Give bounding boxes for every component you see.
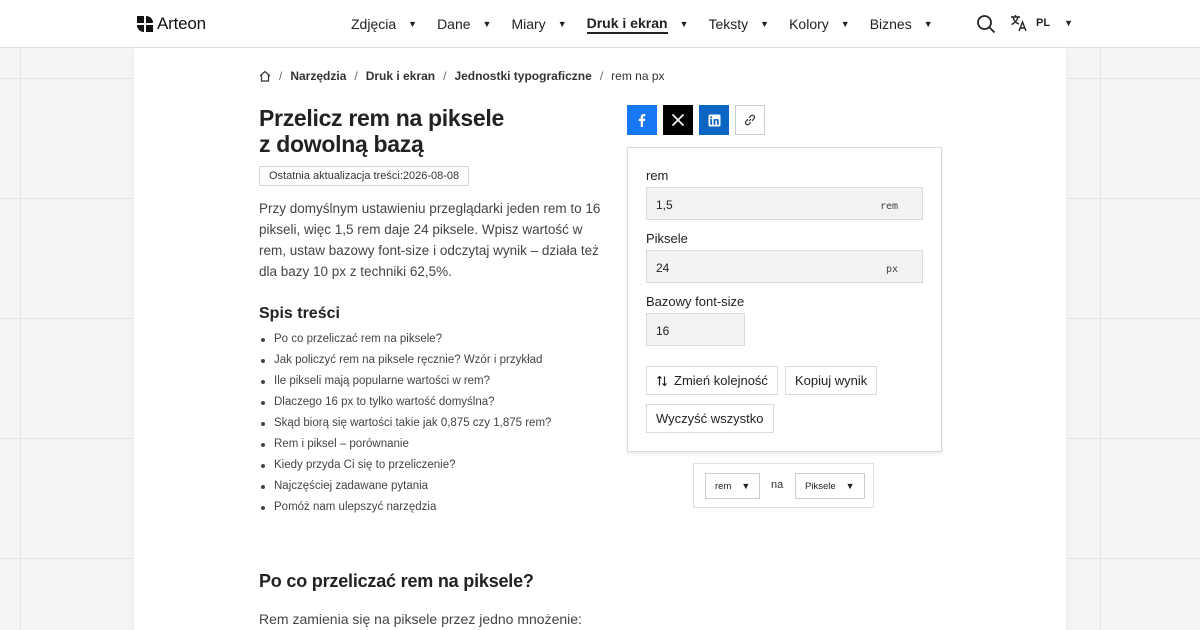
nav-item-druk-i-ekran[interactable]: Druk i ekran ▼	[586, 0, 689, 48]
breadcrumb-item[interactable]: Narzędzia	[290, 69, 346, 83]
breadcrumb: / Narzędzia / Druk i ekran / Jednostki t…	[259, 69, 665, 83]
logo-icon	[137, 16, 153, 32]
link-icon	[744, 114, 756, 126]
px-unit-label: px	[885, 264, 898, 275]
rem-field-label: rem	[646, 168, 669, 183]
toc-item[interactable]: Najczęściej zadawane pytania	[259, 476, 551, 497]
logo-text: Arteon	[157, 14, 206, 33]
caret-down-icon: ▼	[840, 19, 850, 29]
last-updated-badge: Ostatnia aktualizacja treści:2026-08-08	[259, 166, 470, 186]
breadcrumb-separator: /	[279, 69, 283, 83]
intro-paragraph: Przy domyślnym ustawieniu przeglądarki j…	[259, 201, 601, 279]
breadcrumb-separator: /	[599, 69, 604, 83]
table-of-contents: Po co przeliczać rem na piksele? Jak pol…	[259, 329, 551, 518]
nav-item-biznes[interactable]: Biznes ▼	[870, 0, 933, 48]
converter-connector: na	[771, 479, 784, 491]
nav-item-label: Biznes	[869, 16, 912, 32]
top-navigation-bar: Arteon Zdjęcia ▼ Dane ▼ Miary ▼ Druk i e…	[0, 0, 1200, 48]
copy-link-button[interactable]	[735, 105, 765, 135]
rem-unit-label: rem	[879, 201, 898, 212]
nav-item-label: Dane	[437, 16, 471, 32]
page-title-line: Przelicz rem na piksele	[259, 105, 504, 131]
swap-vertical-icon	[657, 375, 667, 386]
x-icon	[671, 113, 685, 127]
rem-input[interactable]: 1,5 rem	[646, 187, 923, 220]
breadcrumb-current: rem na px	[611, 69, 665, 83]
share-buttons	[627, 105, 765, 135]
caret-down-icon: ▼	[679, 19, 689, 29]
nav-item-label: Teksty	[708, 16, 749, 32]
unit-converter-selector: rem ▼ na Piksele ▼	[693, 463, 874, 508]
logo[interactable]: Arteon	[137, 14, 206, 34]
toc-item[interactable]: Skąd biorą się wartości takie jak 0,875 …	[259, 413, 551, 434]
language-selector[interactable]: PL ▼	[1010, 14, 1073, 32]
caret-down-icon: ▼	[923, 19, 933, 29]
clear-all-button[interactable]: Wyczyść wszystko	[646, 404, 774, 433]
from-unit-value: rem	[715, 480, 732, 492]
swap-order-label: Zmień kolejność	[674, 373, 768, 388]
breadcrumb-separator: /	[443, 69, 447, 83]
nav-item-teksty[interactable]: Teksty ▼	[708, 0, 769, 48]
nav-item-zdjecia[interactable]: Zdjęcia ▼	[351, 0, 417, 48]
caret-down-icon: ▼	[760, 19, 770, 29]
translate-icon	[1011, 15, 1027, 32]
section-paragraph: Rem zamienia się na piksele przez jedno …	[259, 611, 582, 627]
share-x-button[interactable]	[663, 105, 693, 135]
to-unit-select[interactable]: Piksele ▼	[795, 473, 865, 499]
toc-title: Spis treści	[259, 305, 340, 322]
facebook-icon	[638, 114, 646, 127]
breadcrumb-separator: /	[354, 69, 358, 83]
rem-input-value: 1,5	[656, 198, 673, 212]
caret-down-icon: ▼	[845, 481, 855, 491]
caret-down-icon: ▼	[408, 19, 418, 29]
nav-item-label: Kolory	[789, 16, 829, 32]
search-button[interactable]	[976, 14, 996, 34]
toc-item[interactable]: Pomóż nam ulepszyć narzędzia	[259, 497, 551, 518]
from-unit-select[interactable]: rem ▼	[705, 473, 761, 499]
toc-item[interactable]: Po co przeliczać rem na piksele?	[259, 329, 551, 350]
linkedin-icon	[708, 114, 720, 126]
caret-down-icon: ▼	[1064, 18, 1073, 28]
swap-order-button[interactable]: Zmień kolejność	[646, 366, 778, 395]
share-linkedin-button[interactable]	[699, 105, 729, 135]
home-icon[interactable]	[259, 70, 271, 82]
section-heading: Po co przeliczać rem na piksele?	[259, 571, 534, 591]
breadcrumb-item[interactable]: Jednostki typograficzne	[454, 69, 591, 83]
nav-item-label: Miary	[511, 16, 546, 32]
toc-item[interactable]: Ile pikseli mają popularne wartości w re…	[259, 371, 551, 392]
base-font-size-input[interactable]: 16	[646, 313, 745, 346]
caret-down-icon: ▼	[482, 19, 492, 29]
page-title-line: z dowolną bazą	[259, 131, 424, 157]
px-input-value: 24	[656, 261, 670, 275]
nav-item-label: Druk i ekran	[586, 15, 668, 34]
share-facebook-button[interactable]	[627, 105, 657, 135]
clear-all-label: Wyczyść wszystko	[656, 411, 764, 426]
px-input[interactable]: 24 px	[646, 250, 923, 283]
nav-item-label: Zdjęcia	[351, 16, 397, 32]
to-unit-value: Piksele	[805, 480, 836, 492]
nav-item-kolory[interactable]: Kolory ▼	[789, 0, 850, 48]
main-content: / Narzędzia / Druk i ekran / Jednostki t…	[134, 48, 1066, 630]
toc-item[interactable]: Dlaczego 16 px to tylko wartość domyślna…	[259, 392, 551, 413]
px-field-label: Piksele	[646, 231, 688, 246]
language-code: PL	[1036, 17, 1051, 29]
base-font-size-value: 16	[656, 324, 670, 338]
main-nav: Zdjęcia ▼ Dane ▼ Miary ▼ Druk i ekran ▼ …	[351, 0, 933, 48]
nav-item-dane[interactable]: Dane ▼	[437, 0, 491, 48]
toc-item[interactable]: Jak policzyć rem na piksele ręcznie? Wzó…	[259, 350, 551, 371]
copy-result-label: Kopiuj wynik	[795, 373, 868, 388]
copy-result-button[interactable]: Kopiuj wynik	[785, 366, 878, 395]
caret-down-icon: ▼	[557, 19, 567, 29]
search-icon	[977, 15, 996, 34]
toc-item[interactable]: Kiedy przyda Ci się to przeliczenie?	[259, 455, 551, 476]
base-font-size-label: Bazowy font-size	[646, 294, 745, 309]
caret-down-icon: ▼	[741, 481, 751, 491]
nav-item-miary[interactable]: Miary ▼	[511, 0, 566, 48]
breadcrumb-item[interactable]: Druk i ekran	[366, 69, 435, 83]
page-title: Przelicz rem na piksele z dowolną bazą	[259, 105, 589, 157]
toc-item[interactable]: Rem i piksel – porównanie	[259, 434, 551, 455]
rem-to-px-calculator: rem 1,5 rem Piksele 24 px Bazowy font-si…	[627, 147, 942, 452]
